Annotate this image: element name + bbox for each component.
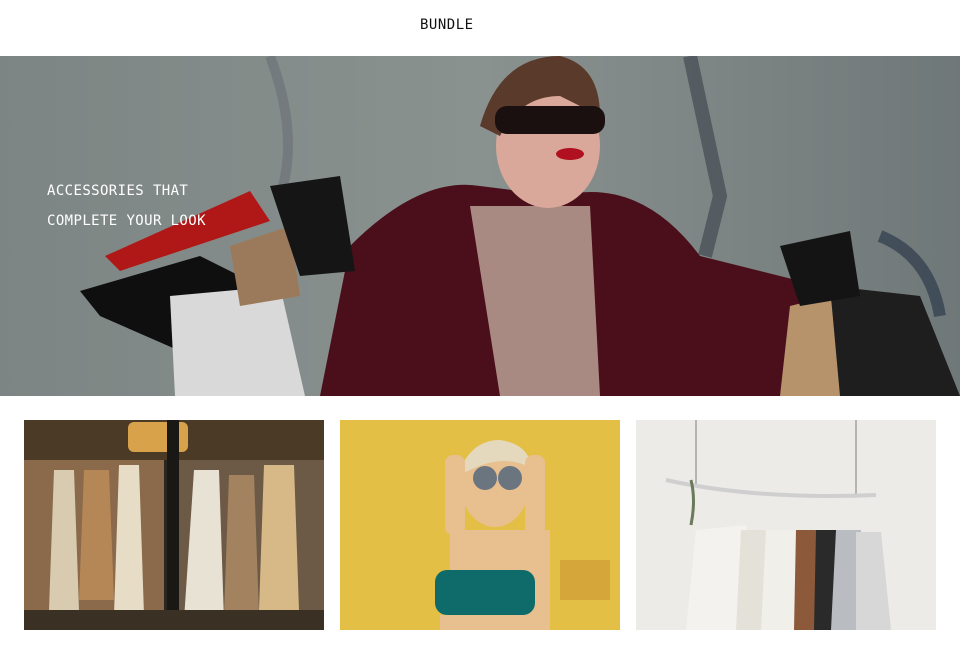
category-tiles (0, 420, 960, 630)
hanging-clothes-photo (636, 420, 936, 630)
site-header: BUNDLE (0, 0, 960, 56)
hero-headline-line-2: COMPLETE YOUR LOOK (47, 213, 206, 229)
hero-banner: ACCESSORIES THAT COMPLETE YOUR LOOK (0, 56, 960, 396)
tile-sunglasses-model[interactable] (340, 420, 620, 630)
clothing-rack-photo (24, 420, 324, 630)
sunglasses-model-photo (340, 420, 620, 630)
tile-hanging-clothes[interactable] (636, 420, 936, 630)
hero-headline: ACCESSORIES THAT COMPLETE YOUR LOOK (47, 176, 206, 236)
brand-logo[interactable]: BUNDLE (420, 17, 474, 33)
tile-clothing-rack[interactable] (24, 420, 324, 630)
hero-headline-line-1: ACCESSORIES THAT (47, 183, 189, 199)
